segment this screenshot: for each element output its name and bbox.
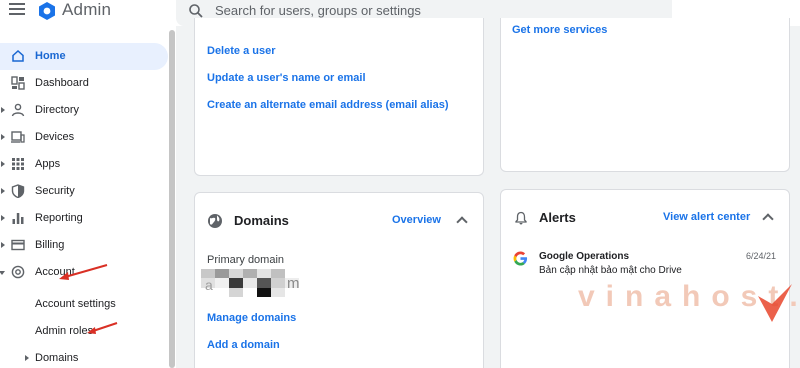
home-icon [12,49,24,62]
sidebar: Home Dashboard Directory Devices Apps Se… [0,30,176,368]
sidebar-item-label: Home [35,50,66,62]
bar-chart-icon [12,213,24,224]
redacted-domain-value: a m [201,269,301,297]
app-title: Admin [62,0,112,19]
expand-arrow-icon[interactable] [25,355,29,361]
delete-user-link[interactable]: Delete a user [207,45,275,57]
collapse-chevron-icon[interactable] [762,213,774,225]
expand-arrow-icon[interactable] [1,188,5,194]
sidebar-item-label: Security [35,185,75,197]
sidebar-item-label: Devices [35,131,75,143]
sidebar-item-apps[interactable]: Apps [0,151,168,178]
credit-card-icon [11,239,25,251]
expand-arrow-icon[interactable] [1,134,5,140]
sidebar-item-label: Reporting [35,212,83,224]
manage-domains-link[interactable]: Manage domains [207,312,296,324]
sidebar-item-reporting[interactable]: Reporting [0,205,168,232]
person-icon [11,103,25,117]
shield-icon [11,184,25,198]
globe-icon [208,214,222,228]
sidebar-item-security[interactable]: Security [0,178,168,205]
apps-grid-icon [12,158,24,170]
search-icon [189,4,203,18]
domains-overview-link[interactable]: Overview [392,214,441,226]
google-g-icon [513,251,528,266]
menu-icon[interactable] [9,3,25,17]
services-card: Get more services [500,18,790,172]
update-user-link[interactable]: Update a user's name or email [207,72,366,84]
domain-fragment-start: a [205,277,213,293]
sidebar-item-label: Domains [35,352,79,364]
sidebar-subitem-domains[interactable]: Domains [0,345,120,368]
alert-date: 6/24/21 [746,251,777,261]
sidebar-item-label: Apps [35,158,61,170]
collapse-chevron-icon[interactable] [456,216,468,228]
sidebar-item-label: Directory [35,104,80,116]
domains-card: Domains Overview Primary domain a m Mana… [194,192,484,368]
search-input[interactable]: Search for users, groups or settings [215,3,421,18]
domain-fragment-end: m [287,275,300,292]
collapse-arrow-icon[interactable] [0,271,5,275]
annotation-arrow-admin-roles [87,322,118,334]
alerts-title: Alerts [539,210,576,225]
sidebar-item-directory[interactable]: Directory [0,97,168,124]
sidebar-item-dashboard[interactable]: Dashboard [0,70,168,97]
alerts-card: Alerts View alert center Google Operatio… [500,189,790,368]
expand-arrow-icon[interactable] [1,215,5,221]
sidebar-item-label: Billing [35,239,65,251]
alert-source[interactable]: Google Operations [539,251,629,262]
users-card: Delete a user Update a user's name or em… [194,18,484,176]
sidebar-item-devices[interactable]: Devices [0,124,168,151]
sidebar-item-home[interactable]: Home [0,43,168,70]
view-alert-center-link[interactable]: View alert center [663,211,750,223]
dashboard-icon [11,76,25,90]
expand-arrow-icon[interactable] [1,161,5,167]
sidebar-scrollbar[interactable] [169,30,175,368]
bell-icon [515,211,527,225]
add-domain-link[interactable]: Add a domain [207,339,280,351]
sidebar-item-label: Dashboard [35,77,89,89]
sidebar-subitem-account-settings[interactable]: Account settings [35,298,116,310]
admin-logo-icon [39,2,55,20]
alert-message[interactable]: Bản cập nhật bảo mật cho Drive [539,265,682,276]
at-sign-icon [11,265,25,279]
expand-arrow-icon[interactable] [1,107,5,113]
create-alias-link[interactable]: Create an alternate email address (email… [207,99,449,111]
annotation-arrow-account [59,264,108,280]
watermark-check-icon [758,284,792,322]
devices-icon [11,131,25,143]
primary-domain-label: Primary domain [207,254,285,266]
sidebar-item-billing[interactable]: Billing [0,232,168,259]
expand-arrow-icon[interactable] [1,242,5,248]
domains-title: Domains [234,213,289,228]
get-more-services-link[interactable]: Get more services [512,24,607,36]
